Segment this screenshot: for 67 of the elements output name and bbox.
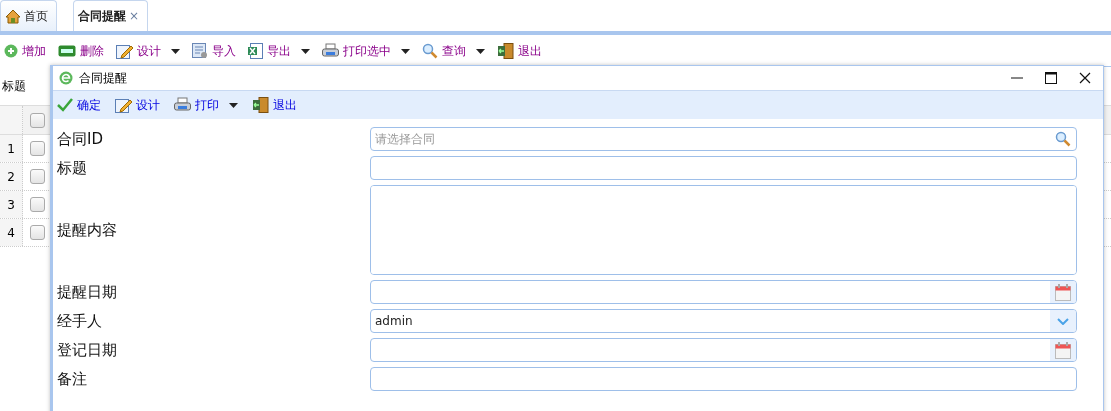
textarea-field[interactable]: [370, 185, 1077, 275]
field-label: 经手人: [57, 310, 103, 332]
toolbar-button[interactable]: 导出: [248, 42, 310, 60]
close-icon[interactable]: [1079, 72, 1091, 84]
dialog-title: 合同提醒: [79, 69, 128, 87]
calendar-icon[interactable]: [1055, 341, 1071, 359]
browser-logo-icon: [59, 71, 73, 85]
caret-icon: [301, 48, 310, 54]
minus-icon: [58, 45, 76, 57]
caret-icon: [401, 48, 410, 54]
toolbar-button[interactable]: 设计: [115, 96, 160, 114]
field-label: 备注: [57, 368, 88, 390]
checkbox[interactable]: [29, 197, 45, 212]
input-field[interactable]: [370, 367, 1077, 391]
filter-label: 标题: [2, 77, 26, 95]
tab[interactable]: 首页: [0, 0, 57, 31]
calculator-icon: [192, 43, 208, 59]
plus-icon: [4, 44, 18, 58]
chevron-down-icon[interactable]: [1057, 317, 1069, 325]
door-icon: [497, 43, 514, 59]
input-field[interactable]: [370, 156, 1077, 180]
toolbar-button[interactable]: 打印选中: [322, 42, 410, 60]
calendar-icon[interactable]: [1055, 283, 1071, 301]
search-icon: [1055, 131, 1071, 147]
field-label: 登记日期: [57, 339, 118, 361]
toolbar-button[interactable]: 打印: [174, 96, 238, 114]
search-icon: [422, 43, 438, 59]
checkbox[interactable]: [29, 225, 45, 240]
printer-icon: [174, 97, 191, 113]
toolbar-button[interactable]: 设计: [116, 42, 180, 60]
input-field[interactable]: [370, 280, 1077, 304]
row-number: 4: [0, 219, 23, 246]
checkmark-icon: [57, 98, 73, 112]
field-label: 提醒日期: [57, 281, 118, 303]
checkbox[interactable]: [29, 169, 45, 184]
toolbar-button[interactable]: 确定: [57, 96, 101, 114]
field-value[interactable]: admin: [371, 314, 1050, 328]
toolbar-button[interactable]: 退出: [497, 42, 542, 60]
row-number: 1: [0, 135, 23, 162]
input-field[interactable]: [370, 338, 1077, 362]
tab[interactable]: 合同提醒 ×: [73, 0, 149, 31]
door-icon: [252, 97, 269, 113]
toolbar-button[interactable]: 退出: [252, 96, 297, 114]
caret-icon: [229, 102, 238, 108]
caret-icon: [476, 48, 485, 54]
row-number: 2: [0, 163, 23, 190]
toolbar-button[interactable]: 导入: [192, 42, 236, 60]
spreadsheet-icon: [248, 43, 263, 59]
caret-icon: [171, 48, 180, 54]
pencil-icon: [116, 43, 133, 59]
close-icon[interactable]: ×: [129, 9, 140, 23]
field-label: 提醒内容: [57, 219, 118, 241]
pencil-icon: [115, 97, 132, 113]
input-field[interactable]: admin: [370, 309, 1077, 333]
field-label: 合同ID: [57, 128, 104, 150]
maximize-icon[interactable]: [1045, 72, 1057, 84]
row-number: 3: [0, 191, 23, 218]
printer-icon: [322, 43, 339, 59]
toolbar-button[interactable]: 增加: [4, 42, 46, 60]
home-icon: [5, 8, 21, 24]
toolbar-button[interactable]: 查询: [422, 42, 485, 60]
field-placeholder[interactable]: 请选择合同: [371, 132, 1050, 146]
checkbox[interactable]: [29, 112, 45, 128]
input-field[interactable]: 请选择合同: [370, 127, 1077, 151]
field-label: 标题: [57, 157, 88, 179]
checkbox[interactable]: [29, 141, 45, 156]
toolbar-button[interactable]: 删除: [58, 42, 104, 60]
